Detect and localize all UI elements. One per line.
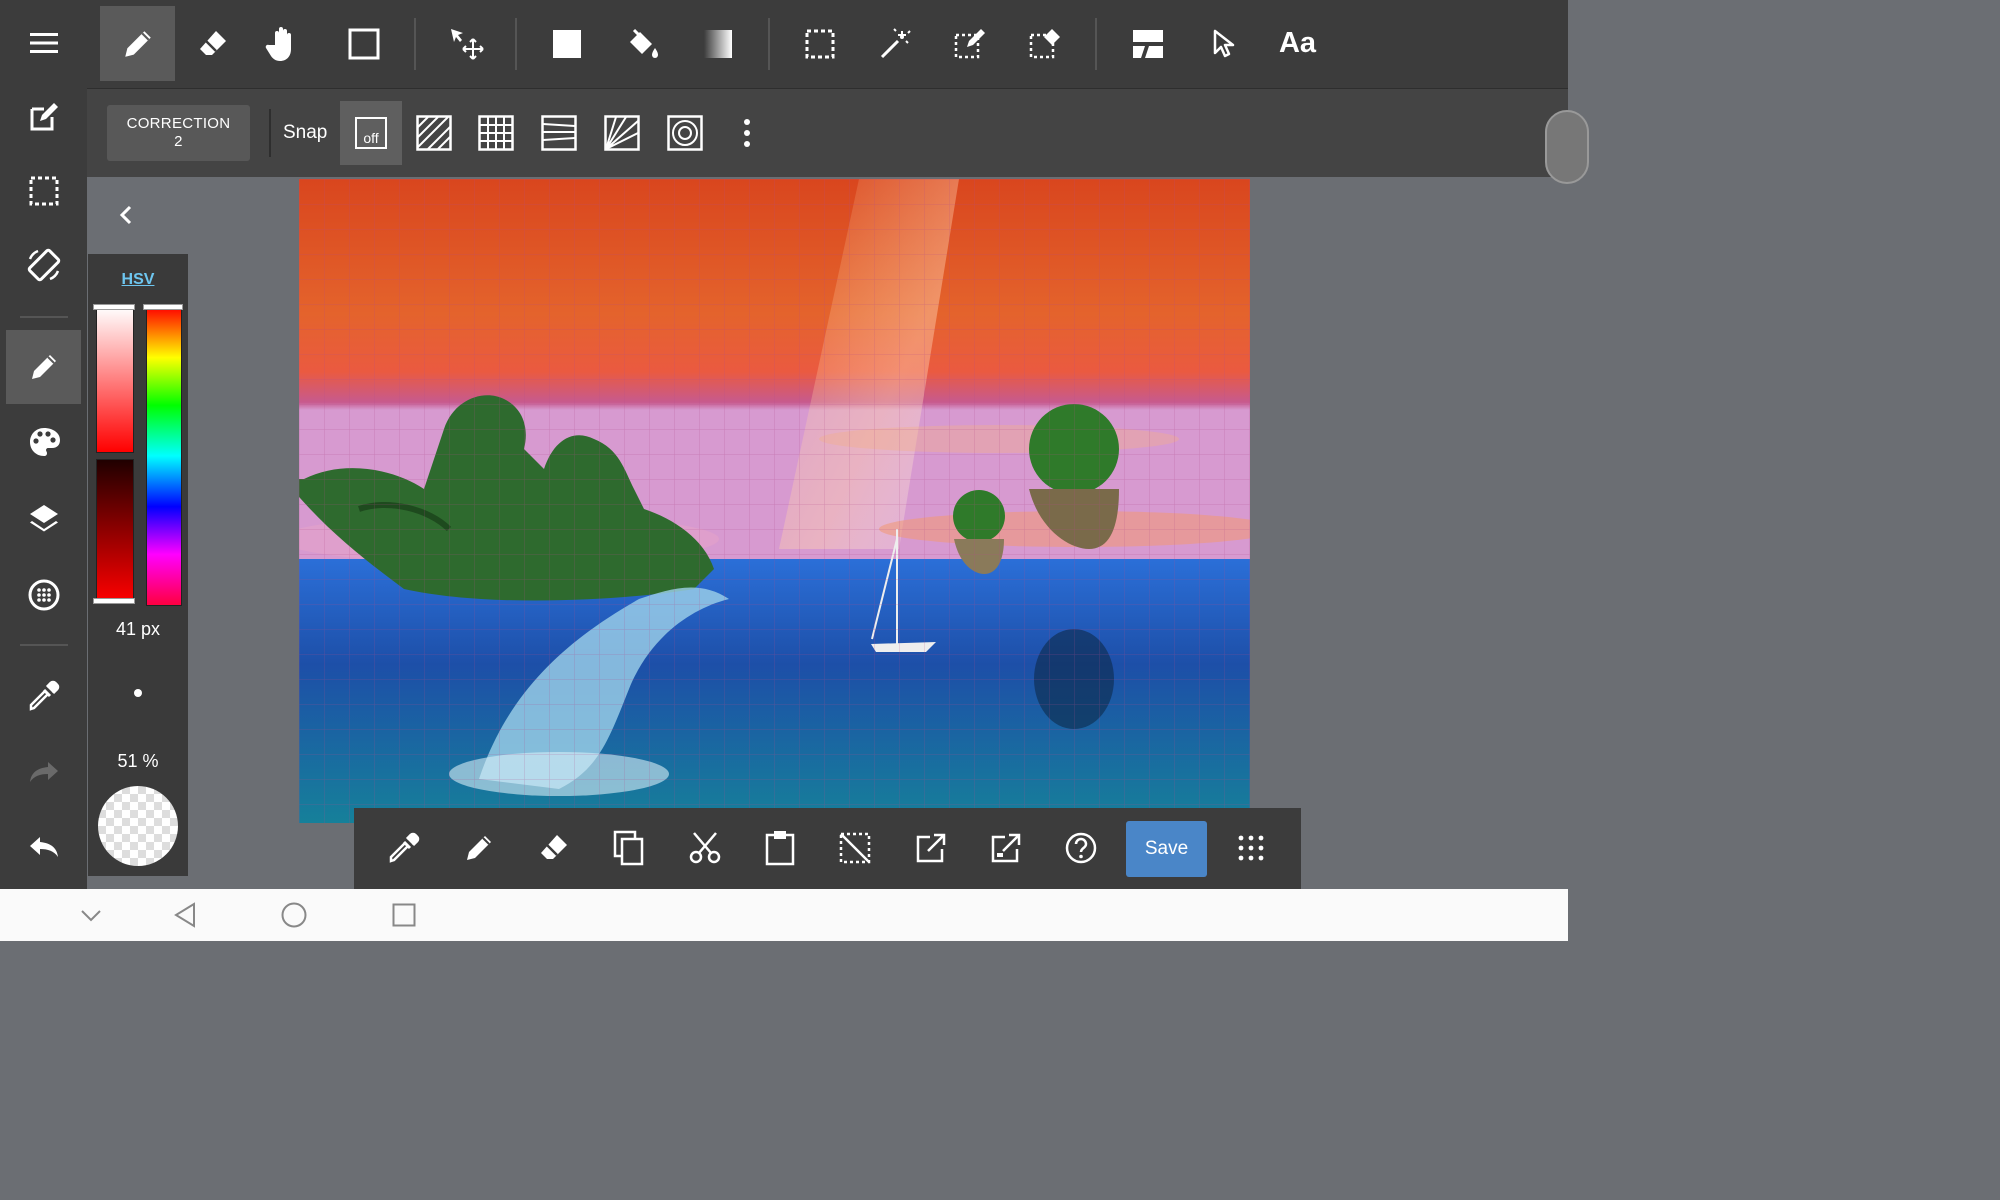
select-eraser-tool-icon[interactable]: [1007, 6, 1082, 81]
snap-horizontal-icon[interactable]: [528, 101, 590, 165]
current-color-swatch[interactable]: [98, 786, 178, 866]
brush-options-bar: CORRECTION 2 Snap off: [87, 89, 1568, 177]
frame-divider-tool-icon[interactable]: [1110, 6, 1185, 81]
divider: [269, 109, 271, 157]
more-options-icon[interactable]: [735, 113, 759, 153]
snap-label: Snap: [283, 122, 328, 143]
pencil-icon[interactable]: [452, 821, 506, 875]
saturation-slider[interactable]: [96, 306, 134, 453]
top-toolbar: Aa: [87, 0, 1568, 89]
snap-grid-icon[interactable]: [465, 101, 527, 165]
brush-size-value[interactable]: 41 px: [88, 619, 188, 640]
magic-wand-tool-icon[interactable]: [857, 6, 932, 81]
apps-grid-icon[interactable]: [1224, 821, 1278, 875]
brush-preview-dot: [134, 689, 142, 697]
pencil-icon[interactable]: [6, 330, 81, 404]
layers-icon[interactable]: [6, 481, 81, 555]
snap-off-label: off: [363, 130, 379, 146]
redo-icon[interactable]: [6, 735, 81, 809]
color-mode-link[interactable]: HSV: [88, 271, 188, 289]
value-handle[interactable]: [93, 598, 135, 604]
eraser-icon[interactable]: [527, 821, 581, 875]
correction-value: 2: [174, 133, 183, 150]
saturation-handle[interactable]: [93, 304, 135, 310]
text-tool-icon[interactable]: Aa: [1260, 6, 1335, 81]
select-pen-tool-icon[interactable]: [932, 6, 1007, 81]
bottom-toolbar: Save: [354, 808, 1301, 889]
correction-button[interactable]: CORRECTION 2: [107, 105, 250, 161]
home-icon[interactable]: [274, 899, 314, 931]
grid-dots-icon[interactable]: [6, 558, 81, 632]
divider: [414, 18, 416, 70]
chevron-down-icon[interactable]: [71, 899, 111, 931]
rotate-screen-icon[interactable]: [6, 228, 81, 302]
fill-rect-tool-icon[interactable]: [529, 6, 604, 81]
edit-document-icon[interactable]: [6, 80, 81, 154]
selection-icon[interactable]: [6, 154, 81, 228]
snap-circle-icon[interactable]: [654, 101, 716, 165]
recents-icon[interactable]: [384, 899, 424, 931]
value-slider[interactable]: [96, 459, 134, 604]
correction-label: CORRECTION: [126, 115, 231, 132]
share-icon[interactable]: [979, 821, 1033, 875]
undo-icon[interactable]: [6, 810, 81, 884]
divider: [1095, 18, 1097, 70]
opacity-value[interactable]: 51 %: [88, 751, 188, 772]
drawing-canvas[interactable]: [299, 179, 1250, 823]
pencil-tool-icon[interactable]: [100, 6, 175, 81]
side-panel-handle[interactable]: [1545, 110, 1589, 184]
left-toolbar: [0, 0, 87, 889]
help-icon[interactable]: [1054, 821, 1108, 875]
paste-icon[interactable]: [753, 821, 807, 875]
divider: [20, 316, 68, 318]
gradient-tool-icon[interactable]: [680, 6, 755, 81]
back-icon[interactable]: [165, 899, 205, 931]
deselect-icon[interactable]: [828, 821, 882, 875]
eyedropper-icon[interactable]: [377, 821, 431, 875]
divider: [515, 18, 517, 70]
save-button[interactable]: Save: [1126, 821, 1207, 877]
divider: [768, 18, 770, 70]
system-navigation-bar: [0, 889, 1568, 941]
text-tool-label: Aa: [1278, 27, 1317, 59]
snap-parallel-icon[interactable]: [403, 101, 465, 165]
bucket-tool-icon[interactable]: [604, 6, 679, 81]
hand-tool-icon[interactable]: [245, 6, 320, 81]
copy-icon[interactable]: [602, 821, 656, 875]
rectangle-tool-icon[interactable]: [326, 6, 401, 81]
palette-icon[interactable]: [6, 405, 81, 479]
select-rect-tool-icon[interactable]: [782, 6, 857, 81]
export-icon[interactable]: [904, 821, 958, 875]
hue-handle[interactable]: [143, 304, 183, 310]
cut-icon[interactable]: [678, 821, 732, 875]
eyedropper-icon[interactable]: [6, 659, 81, 733]
collapse-panel-icon[interactable]: [108, 196, 144, 234]
move-tool-icon[interactable]: [428, 6, 503, 81]
pointer-tool-icon[interactable]: [1185, 6, 1260, 81]
snap-radial-icon[interactable]: [591, 101, 653, 165]
eraser-tool-icon[interactable]: [175, 6, 250, 81]
divider: [20, 644, 68, 646]
menu-icon[interactable]: [6, 6, 81, 80]
hue-slider[interactable]: [146, 306, 182, 606]
snap-off-icon[interactable]: off: [340, 101, 402, 165]
color-panel: HSV 41 px 51 %: [88, 254, 188, 876]
